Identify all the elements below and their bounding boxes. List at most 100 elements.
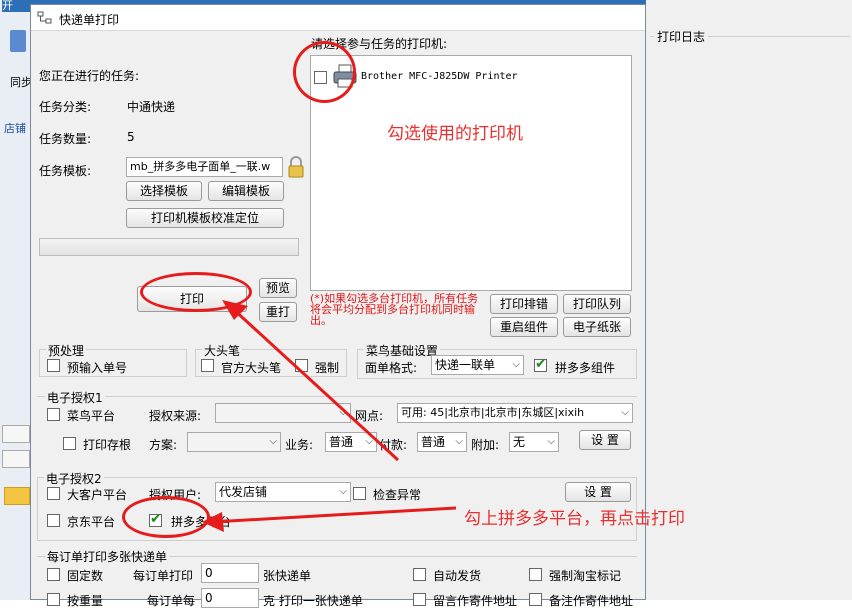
remark-sender-addr-label: 备注作寄件地址	[549, 594, 634, 608]
official-big-pen-label: 官方大头笔	[221, 361, 282, 375]
annotation-check-printer: 勾选使用的打印机	[387, 124, 523, 144]
keep-sender-addr-label: 留言作寄件地址	[433, 594, 518, 608]
force-taobao-mark-label: 强制淘宝标记	[549, 569, 622, 583]
chevron-down-icon: ⌵	[339, 486, 347, 497]
print-stub-label: 打印存根	[83, 438, 132, 452]
jd-platform-label: 京东平台	[67, 515, 116, 529]
auth2-group-title: 电子授权2	[44, 470, 104, 487]
e-paper-button[interactable]: 电子纸张	[563, 317, 631, 337]
auth1-group-title: 电子授权1	[45, 389, 105, 406]
background-button[interactable]	[2, 425, 30, 443]
background-app-tab[interactable]: 开	[2, 0, 32, 12]
background-app-sidebar	[0, 0, 30, 600]
auth1-separator	[37, 396, 637, 397]
auto-ship-label: 自动发货	[433, 569, 482, 583]
pdd-component-checkbox[interactable]	[534, 356, 547, 372]
background-store-label[interactable]: 店铺	[4, 120, 26, 136]
auth2-settings-button[interactable]: 设 置	[565, 482, 631, 502]
outlet-select[interactable]: 可用: 45|北京市|北京市|东城区|xixih ⌵	[397, 403, 633, 423]
select-template-button[interactable]: 选择模板	[126, 181, 202, 201]
check-exception-checkbox[interactable]	[353, 487, 366, 500]
printer-name[interactable]: Brother MFC-J825DW Printer	[361, 71, 518, 82]
big-customer-platform-checkbox[interactable]	[47, 487, 60, 500]
chevron-down-icon: ⌵	[621, 407, 629, 418]
per-order-weight-label: 每订单每	[147, 594, 196, 608]
preview-button[interactable]: 预览	[259, 278, 297, 298]
multi-group-title: 每订单打印多张快递单	[45, 548, 170, 565]
calibrate-position-button[interactable]: 打印机模板校准定位	[126, 208, 284, 228]
chevron-down-icon: ⌵	[512, 359, 520, 370]
by-weight-label: 按重量	[67, 594, 104, 608]
reprint-button[interactable]: 重打	[259, 302, 297, 322]
pdd-platform-highlight-oval	[122, 496, 210, 538]
edit-template-button[interactable]: 编辑模板	[208, 181, 284, 201]
auto-ship-checkbox[interactable]	[413, 568, 426, 581]
cainiao-group-title: 菜鸟基础设置	[364, 342, 441, 359]
pdd-component-label: 拼多多组件	[555, 361, 616, 375]
task-template-label: 任务模板:	[39, 164, 92, 178]
printer-highlight-oval	[293, 41, 356, 103]
print-button-highlight-oval	[140, 272, 252, 312]
force-checkbox[interactable]	[295, 359, 308, 372]
printer-tree-icon	[37, 11, 52, 24]
print-queue-button[interactable]: 打印队列	[563, 294, 631, 314]
force-taobao-mark-checkbox[interactable]	[529, 568, 542, 581]
weight-unit-label: 克 打印一张快递单	[263, 594, 363, 608]
background-badge-icon	[4, 487, 30, 505]
annotation-check-pdd: 勾上拼多多平台，再点击打印	[464, 509, 685, 529]
chevron-down-icon: ⌵	[365, 436, 373, 447]
auth-source-select[interactable]: ⌵	[215, 403, 351, 423]
sync-icon	[10, 30, 26, 52]
big-customer-platform-label: 大客户平台	[67, 488, 128, 502]
business-select[interactable]: 普通 ⌵	[325, 432, 377, 452]
payment-label: 付款:	[379, 438, 408, 452]
background-button[interactable]	[2, 450, 30, 468]
background-sync-label: 同步	[10, 76, 32, 89]
fixed-count-label: 固定数	[67, 569, 104, 583]
pre-input-number-label: 预输入单号	[67, 361, 128, 375]
addon-label: 附加:	[471, 438, 500, 452]
dialog-title: 快递单打印	[59, 13, 120, 27]
per-order-print-input[interactable]: 0	[201, 563, 259, 583]
progress-bar	[39, 238, 299, 256]
jd-platform-checkbox[interactable]	[47, 514, 60, 527]
outlet-label: 网点:	[355, 409, 384, 423]
fixed-count-checkbox[interactable]	[47, 568, 60, 581]
force-label: 强制	[315, 361, 340, 375]
task-count-value: 5	[127, 130, 135, 144]
auth1-settings-button[interactable]: 设 置	[579, 430, 631, 450]
chevron-down-icon: ⌵	[339, 407, 347, 418]
auth-user-select[interactable]: 代发店铺 ⌵	[215, 482, 351, 502]
plan-select[interactable]: ⌵	[187, 432, 281, 452]
lock-icon	[288, 156, 304, 178]
sheet-format-label: 面单格式:	[365, 361, 418, 375]
printer-list: Brother MFC-J825DW Printer	[310, 55, 632, 291]
payment-select[interactable]: 普通 ⌵	[417, 432, 467, 452]
pre-input-number-checkbox[interactable]	[47, 359, 60, 372]
chevron-down-icon: ⌵	[269, 436, 277, 447]
cainiao-platform-checkbox[interactable]	[47, 408, 60, 421]
cainiao-platform-label: 菜鸟平台	[67, 409, 116, 423]
task-count-label: 任务数量:	[39, 132, 92, 146]
addon-select[interactable]: 无 ⌵	[509, 432, 559, 452]
task-template-field[interactable]: mb_拼多多电子面单_一联.w	[126, 157, 283, 177]
business-label: 业务:	[285, 438, 314, 452]
print-stub-checkbox[interactable]	[63, 437, 76, 450]
sheet-format-select[interactable]: 快递一联单 ⌵	[431, 355, 524, 375]
task-category-label: 任务分类:	[39, 100, 92, 114]
chevron-down-icon: ⌵	[455, 436, 463, 447]
plan-label: 方案:	[149, 438, 178, 452]
big-pen-group-title: 大头笔	[202, 342, 243, 359]
official-big-pen-checkbox[interactable]	[201, 359, 214, 372]
print-log-title: 打印日志	[654, 28, 709, 45]
auth-source-label: 授权来源:	[149, 409, 202, 423]
per-order-weight-input[interactable]: 0	[201, 588, 259, 608]
chevron-down-icon: ⌵	[547, 436, 555, 447]
dialog-titlebar: 快递单打印	[31, 5, 645, 31]
print-queue-order-button[interactable]: 打印排错	[490, 294, 558, 314]
current-task-label: 您正在进行的任务:	[39, 69, 140, 83]
task-category-value: 中通快递	[127, 100, 176, 114]
restart-component-button[interactable]: 重启组件	[490, 317, 558, 337]
printer-note: (*)如果勾选多台打印机，所有任务将会平均分配到多台打印机同时输出。	[310, 292, 479, 327]
per-order-print-label: 每订单打印	[133, 569, 194, 583]
